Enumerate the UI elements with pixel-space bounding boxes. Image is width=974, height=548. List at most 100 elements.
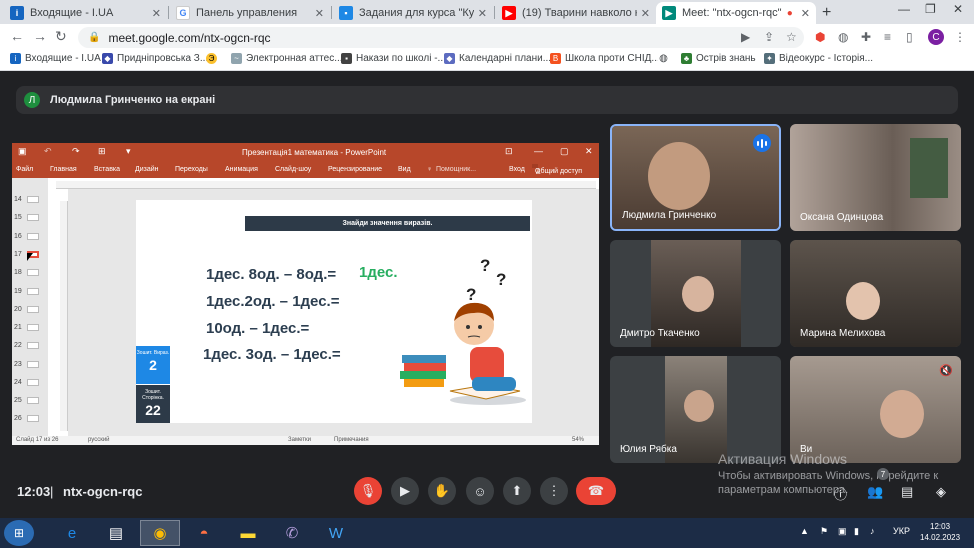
bookmark-item[interactable]: ♣ Острів знань (681, 53, 756, 64)
present-button[interactable]: ⬆ (503, 477, 531, 505)
tray-app-icon[interactable]: ▣ (838, 526, 847, 537)
back-icon[interactable]: ← (10, 28, 24, 44)
flag-icon[interactable]: ⚑ (820, 526, 828, 537)
profile-avatar[interactable]: C (928, 29, 944, 45)
close-window-icon[interactable]: ✕ (953, 2, 963, 16)
mic-toggle-button[interactable]: 🎙 (354, 477, 382, 505)
raise-hand-button[interactable]: ✋ (428, 477, 456, 505)
taskbar-viber[interactable]: ✆ (272, 520, 312, 546)
media-icon[interactable]: ≡ (884, 30, 891, 44)
reload-icon[interactable]: ↻ (55, 28, 67, 45)
bookmark-item[interactable]: i Входящие - I.UA (10, 53, 101, 64)
tab-youtube[interactable]: ▶ (19) Тварини навколо нас - Yo ✕ (496, 2, 656, 24)
restore-icon[interactable]: ❐ (925, 2, 936, 16)
new-tab-button[interactable]: + (822, 4, 831, 22)
camera-icon[interactable]: ▶ (741, 30, 750, 44)
emblem-icon: ◆ (444, 53, 455, 64)
people-icon[interactable]: 👥 (867, 484, 883, 500)
close-icon[interactable]: ✕ (801, 7, 810, 20)
iua-icon: i (10, 53, 21, 64)
window-plants (910, 138, 948, 198)
taskbar-avast[interactable]: ◓ (184, 520, 224, 546)
start-button[interactable]: ⊞ (4, 520, 34, 546)
tray-expand-icon[interactable]: ▲ (800, 526, 809, 536)
forward-icon[interactable]: → (33, 28, 47, 44)
shared-screen: ▣ ↶ ↷ ⊞ ▾ Презентація1 математика - Powe… (12, 143, 599, 445)
participant-tile[interactable]: Дмитро Ткаченко (610, 240, 781, 347)
bookmark-item[interactable]: ◆ Календарні плани... (444, 53, 551, 64)
bookmark-item[interactable]: ◍ (658, 53, 673, 64)
windows-logo-icon: ⊞ (13, 526, 25, 540)
taskbar-word[interactable]: W (316, 520, 356, 546)
close-icon[interactable]: ✕ (641, 7, 650, 20)
chat-icon[interactable]: ▤ (901, 484, 913, 500)
more-options-button[interactable]: ⋮ (540, 477, 568, 505)
reactions-button[interactable]: ☺ (466, 477, 494, 505)
customize-icon: ▾ (126, 146, 131, 156)
slide-expression: 10од. – 1дес.= (206, 320, 310, 337)
close-icon[interactable]: ✕ (315, 7, 324, 20)
bookmark-item[interactable]: ✦ Відеокурс - Історія... (764, 53, 873, 64)
taskbar-chrome[interactable]: ◉ (140, 520, 180, 546)
slide-answer: 1дес. (359, 264, 398, 281)
minimize-icon[interactable]: — (898, 2, 910, 16)
close-icon[interactable]: ✕ (152, 7, 161, 20)
taskbar-folder[interactable]: ▬ (228, 520, 268, 546)
globe-icon[interactable]: ◍ (838, 30, 848, 44)
participant-face (682, 276, 714, 312)
tab-dashboard[interactable]: G Панель управления ✕ (170, 2, 330, 24)
camera-toggle-button[interactable]: ▶ (391, 477, 419, 505)
participant-tile[interactable]: 🔇 Ви (790, 356, 961, 463)
participants-count-badge: 7 (877, 468, 889, 480)
volume-icon[interactable]: ♪ (870, 526, 875, 536)
leave-call-button[interactable]: ☎ (576, 477, 616, 505)
question-mark: ? (496, 270, 507, 289)
participant-face (684, 390, 714, 422)
save-icon: ▣ (18, 146, 27, 156)
slideshow-icon: ⊞ (98, 146, 106, 156)
address-bar[interactable]: 🔒 meet.google.com/ntx-ogcn-rqc (78, 27, 804, 48)
taskbar-ie[interactable]: e (52, 520, 92, 546)
activities-icon[interactable]: ◈ (936, 484, 946, 500)
bookmark-item[interactable]: ◆ Придніпровська З... (102, 53, 208, 64)
bookmark-item[interactable]: B Школа проти СНІД... (550, 53, 660, 64)
extensions-icon[interactable]: ✚ (861, 30, 871, 44)
slide-thumbnails: 14 15 16 17 18 19 20 21 22 23 24 25 26 (12, 178, 48, 436)
side-panel-icon[interactable]: ▯ (906, 30, 913, 44)
network-icon[interactable]: ▮ (854, 526, 859, 537)
lock-icon: 🔒 (88, 32, 101, 43)
lightbulb-icon: ♀ (427, 166, 433, 173)
share-icon[interactable]: ⇪ (764, 30, 774, 44)
meeting-clock: 12:03 (17, 484, 51, 499)
thumb-item: 24 (14, 379, 39, 386)
info-icon[interactable]: ⓘ (834, 484, 847, 503)
thumb-preview (26, 397, 39, 404)
mouse-cursor-icon (27, 253, 33, 261)
participant-tile[interactable]: Людмила Гринченко (610, 124, 781, 231)
vertical-ruler (60, 201, 68, 431)
youtube-icon: ▶ (502, 6, 516, 20)
participant-tile[interactable]: Марина Мелихова (790, 240, 961, 347)
language-indicator[interactable]: УКР (893, 526, 910, 536)
bookmark-item[interactable]: Э (206, 53, 221, 64)
question-mark: ? (480, 256, 491, 275)
close-icon[interactable]: ✕ (478, 7, 487, 20)
folder-icon: ▬ (240, 524, 256, 542)
mic-off-icon: 🎙 (359, 483, 377, 498)
adblock-icon[interactable]: ⬢ (815, 30, 825, 44)
recording-dot-icon: ● (786, 7, 793, 19)
menu-dots-icon[interactable]: ⋮ (954, 30, 966, 44)
taskbar-explorer-app[interactable]: ▤ (96, 520, 136, 546)
notebook-page-badge: Зошит. Сторінка. 22 (136, 385, 170, 423)
tab-meet[interactable]: ▶ Meet: "ntx-ogcn-rqc" ● ✕ (656, 2, 816, 24)
system-clock[interactable]: 12:03 14.02.2023 (920, 521, 960, 543)
thumb-preview (26, 415, 39, 422)
tab-inbox[interactable]: i Входящие - I.UA ✕ (4, 2, 167, 24)
ie-icon: e (67, 524, 77, 542)
tab-classroom[interactable]: ▪ Задания для курса "Культура ✕ (333, 2, 493, 24)
bookmark-item[interactable]: ▪ Накази по школі -... (341, 53, 446, 64)
bookmark-star-icon[interactable]: ☆ (786, 30, 797, 44)
participant-tile[interactable]: Юлия Рябка (610, 356, 781, 463)
bookmark-item[interactable]: ~ Электронная аттес... (231, 53, 343, 64)
participant-tile[interactable]: Оксана Одинцова (790, 124, 961, 231)
